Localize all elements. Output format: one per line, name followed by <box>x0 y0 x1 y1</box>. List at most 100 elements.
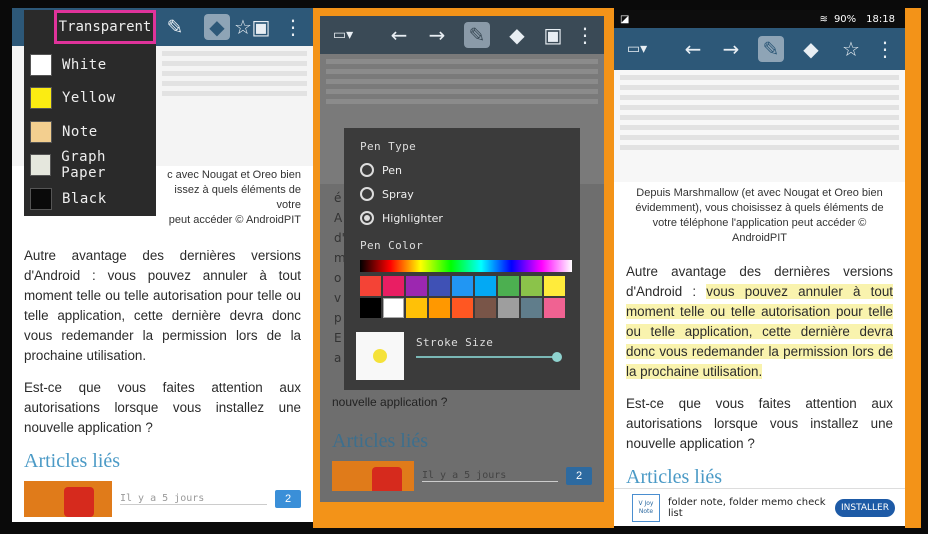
left-article: c avec Nougat et Oreo bien issez à quels… <box>12 168 313 517</box>
color-swatch[interactable] <box>452 276 473 296</box>
color-swatch-grid <box>360 276 565 318</box>
color-swatch[interactable] <box>429 276 450 296</box>
radio-label: Spray <box>382 187 414 201</box>
radio-pen[interactable]: Pen <box>360 163 564 177</box>
menu-item-graph-paper[interactable]: Graph Paper <box>24 149 156 183</box>
radio-label: Pen <box>382 163 402 177</box>
ad-logo-line: Note <box>638 507 654 515</box>
color-swatch[interactable] <box>544 298 565 318</box>
radio-spray[interactable]: Spray <box>360 187 564 201</box>
right-article-image <box>614 70 905 182</box>
pen-icon[interactable]: ✎ <box>464 22 490 48</box>
clock: 18:18 <box>866 13 895 25</box>
undo-icon[interactable]: ← <box>386 22 412 48</box>
color-spectrum-bar[interactable] <box>360 260 572 272</box>
color-swatch[interactable] <box>452 298 473 318</box>
color-swatch[interactable] <box>544 276 565 296</box>
eraser-icon[interactable]: ◆ <box>204 14 230 40</box>
install-button[interactable]: INSTALLER <box>834 498 895 517</box>
right-screenshot: ◪ ≋ 90% 18:18 ▭▾ ← → ✎ ◆ ☆ ⋮ Depuis Mars… <box>614 10 905 526</box>
wifi-icon: ≋ <box>819 13 828 25</box>
eraser-icon[interactable]: ◆ <box>504 22 530 48</box>
left-screenshot: ✎ ◆ ☆ ▣ ⋮ c avec Nougat et Oreo bien iss… <box>12 8 313 522</box>
pen-icon[interactable]: ✎ <box>162 14 188 40</box>
related-articles-heading[interactable]: Articles liés <box>626 466 893 489</box>
save-icon[interactable]: ▣ <box>248 14 274 40</box>
ad-app-logo[interactable]: V Joy Note <box>632 493 660 522</box>
comment-count-badge[interactable]: 2 <box>275 490 301 508</box>
color-swatch[interactable] <box>521 276 542 296</box>
undo-icon[interactable]: ← <box>680 36 706 62</box>
related-articles-heading[interactable]: Articles liés <box>24 450 301 473</box>
radio-highlighter[interactable]: Highlighter <box>360 211 564 225</box>
color-swatch[interactable] <box>498 298 519 318</box>
middle-article: nouvelle application ? Articles liés Il … <box>320 392 604 491</box>
swatch-white <box>30 53 52 76</box>
time-ago: Il y a 5 jours <box>120 493 267 505</box>
radio-circle-selected <box>360 211 374 225</box>
eraser-icon[interactable]: ◆ <box>798 36 824 62</box>
paragraph-tail: nouvelle application ? <box>332 395 448 409</box>
collage-frame: ✎ ◆ ☆ ▣ ⋮ c avec Nougat et Oreo bien iss… <box>0 0 928 534</box>
caption-line: c avec Nougat et Oreo bien <box>167 169 301 181</box>
status-bar: ◪ ≋ 90% 18:18 <box>614 10 905 28</box>
caption-line: issez à quels éléments de votre <box>174 184 301 211</box>
related-thumbnail[interactable] <box>332 461 414 491</box>
orange-frame-right <box>905 8 921 528</box>
save-icon[interactable]: ☆ <box>838 36 864 62</box>
pen-type-label: Pen Type <box>360 140 417 153</box>
paragraph-2: Est-ce que vous faites attention aux aut… <box>24 380 301 435</box>
redo-icon[interactable]: → <box>718 36 744 62</box>
color-swatch[interactable] <box>383 276 404 296</box>
slider-thumb[interactable] <box>552 352 562 362</box>
color-swatch[interactable] <box>521 298 542 318</box>
stroke-size-slider[interactable] <box>416 352 562 362</box>
color-swatch[interactable] <box>406 276 427 296</box>
related-articles-heading[interactable]: Articles liés <box>332 430 592 453</box>
right-caption: Depuis Marshmallow (et avec Nougat et Or… <box>635 187 884 244</box>
swatch-note <box>30 120 52 143</box>
color-swatch[interactable] <box>360 276 381 296</box>
redo-icon[interactable]: → <box>424 22 450 48</box>
menu-label: White <box>62 56 107 73</box>
color-swatch[interactable] <box>475 276 496 296</box>
battery-level: 90% <box>833 13 857 25</box>
menu-item-yellow[interactable]: Yellow <box>24 82 156 116</box>
color-swatch[interactable] <box>429 298 450 318</box>
related-article-row[interactable]: Il y a 5 jours 2 <box>332 461 592 491</box>
middle-screenshot: ▭▾ ← → ✎ ◆ ▣ ⋮ é A d' m o v p E a nouvel… <box>320 16 604 502</box>
stroke-size-label: Stroke Size <box>416 336 494 349</box>
right-toolbar: ▭▾ ← → ✎ ◆ ☆ ⋮ <box>614 28 905 70</box>
color-swatch[interactable] <box>475 298 496 318</box>
menu-label: Yellow <box>62 90 116 107</box>
related-article-row[interactable]: Il y a 5 jours 2 <box>24 481 301 517</box>
paragraph-2: Est-ce que vous faites attention aux aut… <box>626 396 893 451</box>
related-thumbnail[interactable] <box>24 481 112 517</box>
background-icon[interactable]: ▭▾ <box>624 36 650 62</box>
more-icon[interactable]: ⋮ <box>872 36 898 62</box>
menu-item-black[interactable]: Black <box>24 182 156 216</box>
time-ago: Il y a 5 jours <box>422 470 558 482</box>
pen-icon[interactable]: ✎ <box>758 36 784 62</box>
menu-item-transparent[interactable]: Transparent <box>54 10 156 44</box>
menu-item-note[interactable]: Note <box>24 115 156 149</box>
ad-logo-line: V Joy <box>638 499 654 507</box>
more-icon[interactable]: ⋮ <box>572 22 598 48</box>
menu-label: Graph Paper <box>61 149 106 182</box>
color-swatch[interactable] <box>498 276 519 296</box>
middle-toolbar: ▭▾ ← → ✎ ◆ ▣ ⋮ <box>320 16 604 54</box>
radio-label: Highlighter <box>382 211 443 225</box>
background-icon[interactable]: ▭▾ <box>330 22 356 48</box>
color-swatch[interactable] <box>360 298 381 318</box>
pen-settings-dialog: Pen Type Pen Spray Highlighter Pen Color… <box>344 128 580 390</box>
more-icon[interactable]: ⋮ <box>280 14 306 40</box>
ad-banner[interactable]: V Joy Note folder note, folder memo chec… <box>614 488 905 526</box>
menu-item-white[interactable]: White <box>24 48 156 82</box>
color-swatch[interactable] <box>383 298 404 318</box>
comment-count-badge[interactable]: 2 <box>566 467 592 485</box>
color-swatch[interactable] <box>406 298 427 318</box>
swatch-yellow <box>30 87 52 110</box>
save-icon[interactable]: ▣ <box>540 22 566 48</box>
pen-color-label: Pen Color <box>360 239 424 252</box>
right-article: Depuis Marshmallow (et avec Nougat et Or… <box>614 186 905 489</box>
